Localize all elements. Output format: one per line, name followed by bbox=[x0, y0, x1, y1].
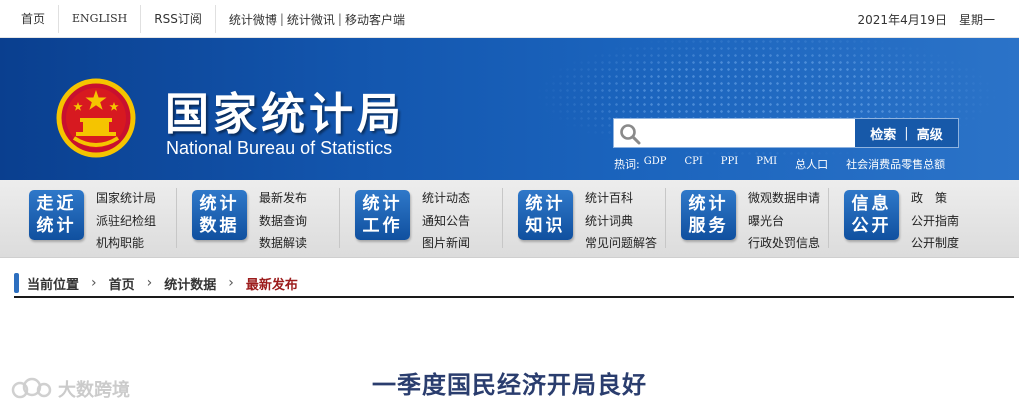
nav-link[interactable]: 通知公告 bbox=[422, 210, 470, 233]
search-button[interactable]: 检索 bbox=[870, 124, 896, 143]
hot-keyword[interactable]: CPI bbox=[684, 156, 702, 172]
nav-category-line: 公开 bbox=[851, 216, 892, 236]
breadcrumb: 当前位置 › 首页 › 统计数据 › 最新发布 bbox=[14, 270, 1014, 298]
breadcrumb-label: 当前位置 bbox=[27, 277, 80, 293]
divider: | bbox=[337, 12, 342, 26]
nav-link[interactable]: 政 策 bbox=[911, 187, 959, 210]
nav-category-button[interactable]: 统计 知识 bbox=[518, 190, 573, 240]
social-links: 统计微博 | 统计微讯 | 移动客户端 bbox=[216, 11, 405, 28]
nav-divider bbox=[339, 188, 340, 248]
nav-links: 国家统计局 派驻纪检组 机构职能 bbox=[96, 187, 156, 255]
nav-links: 微观数据申请 曝光台 行政处罚信息 bbox=[748, 187, 820, 255]
nav-link[interactable]: 最新发布 bbox=[259, 187, 307, 210]
article-title: 一季度国民经济开局良好 bbox=[372, 371, 647, 399]
nav-links: 统计动态 通知公告 图片新闻 bbox=[422, 187, 470, 255]
nav-link[interactable]: 公开制度 bbox=[911, 232, 959, 255]
hot-keyword[interactable]: GDP bbox=[644, 156, 667, 172]
mobile-client-link[interactable]: 移动客户端 bbox=[345, 11, 405, 28]
nav-category-line: 知识 bbox=[525, 216, 566, 236]
hot-keyword[interactable]: 社会消费品零售总额 bbox=[846, 156, 945, 172]
nav-links: 统计百科 统计词典 常见问题解答 bbox=[585, 187, 657, 255]
date-display: 2021年4月19日 星期一 bbox=[858, 11, 995, 28]
nav-link[interactable]: 数据查询 bbox=[259, 210, 307, 233]
hot-keyword[interactable]: PPI bbox=[721, 156, 738, 172]
nav-divider bbox=[665, 188, 666, 248]
chevron-right-icon: › bbox=[91, 275, 97, 291]
wechat-link[interactable]: 统计微讯 bbox=[287, 11, 335, 28]
site-title-chinese[interactable]: 国家统计局 bbox=[165, 78, 405, 142]
hot-keyword[interactable]: PMI bbox=[756, 156, 777, 172]
nav-category-line: 信息 bbox=[851, 194, 892, 214]
nav-links: 最新发布 数据查询 数据解读 bbox=[259, 187, 307, 255]
advanced-search-button[interactable]: 高级 bbox=[917, 124, 943, 143]
nav-link[interactable]: 数据解读 bbox=[259, 232, 307, 255]
nav-link[interactable]: 曝光台 bbox=[748, 210, 820, 233]
nav-category-button[interactable]: 走近 统计 bbox=[29, 190, 84, 240]
weibo-link[interactable]: 统计微博 bbox=[229, 11, 277, 28]
nav-category-line: 服务 bbox=[688, 216, 729, 236]
nav-category-line: 统计 bbox=[199, 194, 240, 214]
nav-category-button[interactable]: 统计 工作 bbox=[355, 190, 410, 240]
breadcrumb-home-link[interactable]: 首页 bbox=[109, 274, 135, 293]
nav-category-button[interactable]: 统计 数据 bbox=[192, 190, 247, 240]
nav-divider bbox=[502, 188, 503, 248]
search-buttons: 检索 | 高级 bbox=[855, 119, 958, 147]
nav-link[interactable]: 派驻纪检组 bbox=[96, 210, 156, 233]
current-date: 2021年4月19日 bbox=[857, 13, 947, 27]
header-banner: 国家统计局 National Bureau of Statistics 检索 |… bbox=[0, 38, 1019, 180]
nav-category-line: 数据 bbox=[199, 216, 240, 236]
nav-category-line: 工作 bbox=[362, 216, 403, 236]
national-emblem-icon[interactable] bbox=[56, 78, 136, 158]
search-icon bbox=[620, 124, 641, 145]
rss-link[interactable]: RSS订阅 bbox=[141, 12, 215, 26]
site-title-english: National Bureau of Statistics bbox=[166, 138, 393, 158]
hot-keywords: 热词: GDP CPI PPI PMI 总人口 社会消费品零售总额 bbox=[614, 156, 963, 172]
nav-category-line: 统计 bbox=[688, 194, 729, 214]
breadcrumb-current[interactable]: 最新发布 bbox=[246, 274, 298, 293]
nav-divider bbox=[828, 188, 829, 248]
english-link[interactable]: ENGLISH bbox=[59, 12, 140, 26]
breadcrumb-marker bbox=[14, 273, 19, 293]
nav-links: 政 策 公开指南 公开制度 bbox=[911, 187, 959, 255]
chevron-right-icon: › bbox=[146, 275, 153, 291]
nav-category-button[interactable]: 统计 服务 bbox=[681, 190, 736, 240]
home-link[interactable]: 首页 bbox=[8, 12, 58, 26]
top-bar: 首页 ENGLISH RSS订阅 统计微博 | 统计微讯 | 移动客户端 202… bbox=[0, 0, 1019, 38]
divider: | bbox=[904, 125, 909, 141]
nav-link[interactable]: 行政处罚信息 bbox=[748, 232, 820, 255]
nav-category-line: 统计 bbox=[525, 194, 566, 214]
nav-category-line: 走近 bbox=[36, 194, 77, 214]
nav-link[interactable]: 常见问题解答 bbox=[585, 232, 657, 255]
nav-link[interactable]: 统计动态 bbox=[422, 187, 470, 210]
hot-keyword[interactable]: 总人口 bbox=[795, 156, 828, 172]
nav-link[interactable]: 微观数据申请 bbox=[748, 187, 820, 210]
nav-link[interactable]: 统计词典 bbox=[585, 210, 657, 233]
top-links: 首页 ENGLISH RSS订阅 统计微博 | 统计微讯 | 移动客户端 bbox=[8, 0, 405, 38]
nav-category-line: 统计 bbox=[36, 216, 77, 236]
hot-keywords-label: 热词: bbox=[614, 158, 640, 171]
nav-category-button[interactable]: 信息 公开 bbox=[844, 190, 899, 240]
watermark-text: 大数跨境 bbox=[58, 380, 130, 401]
current-weekday: 星期一 bbox=[958, 13, 995, 27]
watermark-logo-icon bbox=[11, 377, 52, 399]
nav-link[interactable]: 国家统计局 bbox=[96, 187, 156, 210]
watermark: 大数跨境 bbox=[10, 376, 130, 402]
divider: | bbox=[279, 12, 284, 26]
nav-link[interactable]: 图片新闻 bbox=[422, 232, 470, 255]
chevron-right-icon: › bbox=[228, 275, 234, 291]
nav-divider bbox=[176, 188, 177, 248]
nav-link[interactable]: 公开指南 bbox=[911, 210, 959, 233]
main-navigation: 走近 统计 国家统计局 派驻纪检组 机构职能 统计 数据 最新发布 数据查询 数… bbox=[0, 180, 1019, 258]
breadcrumb-data-link[interactable]: 统计数据 bbox=[164, 274, 216, 293]
search-input[interactable] bbox=[646, 121, 861, 145]
nav-link[interactable]: 统计百科 bbox=[585, 187, 657, 210]
nav-category-line: 统计 bbox=[362, 194, 403, 214]
nav-link[interactable]: 机构职能 bbox=[96, 232, 156, 255]
search-box: 检索 | 高级 bbox=[613, 118, 959, 148]
